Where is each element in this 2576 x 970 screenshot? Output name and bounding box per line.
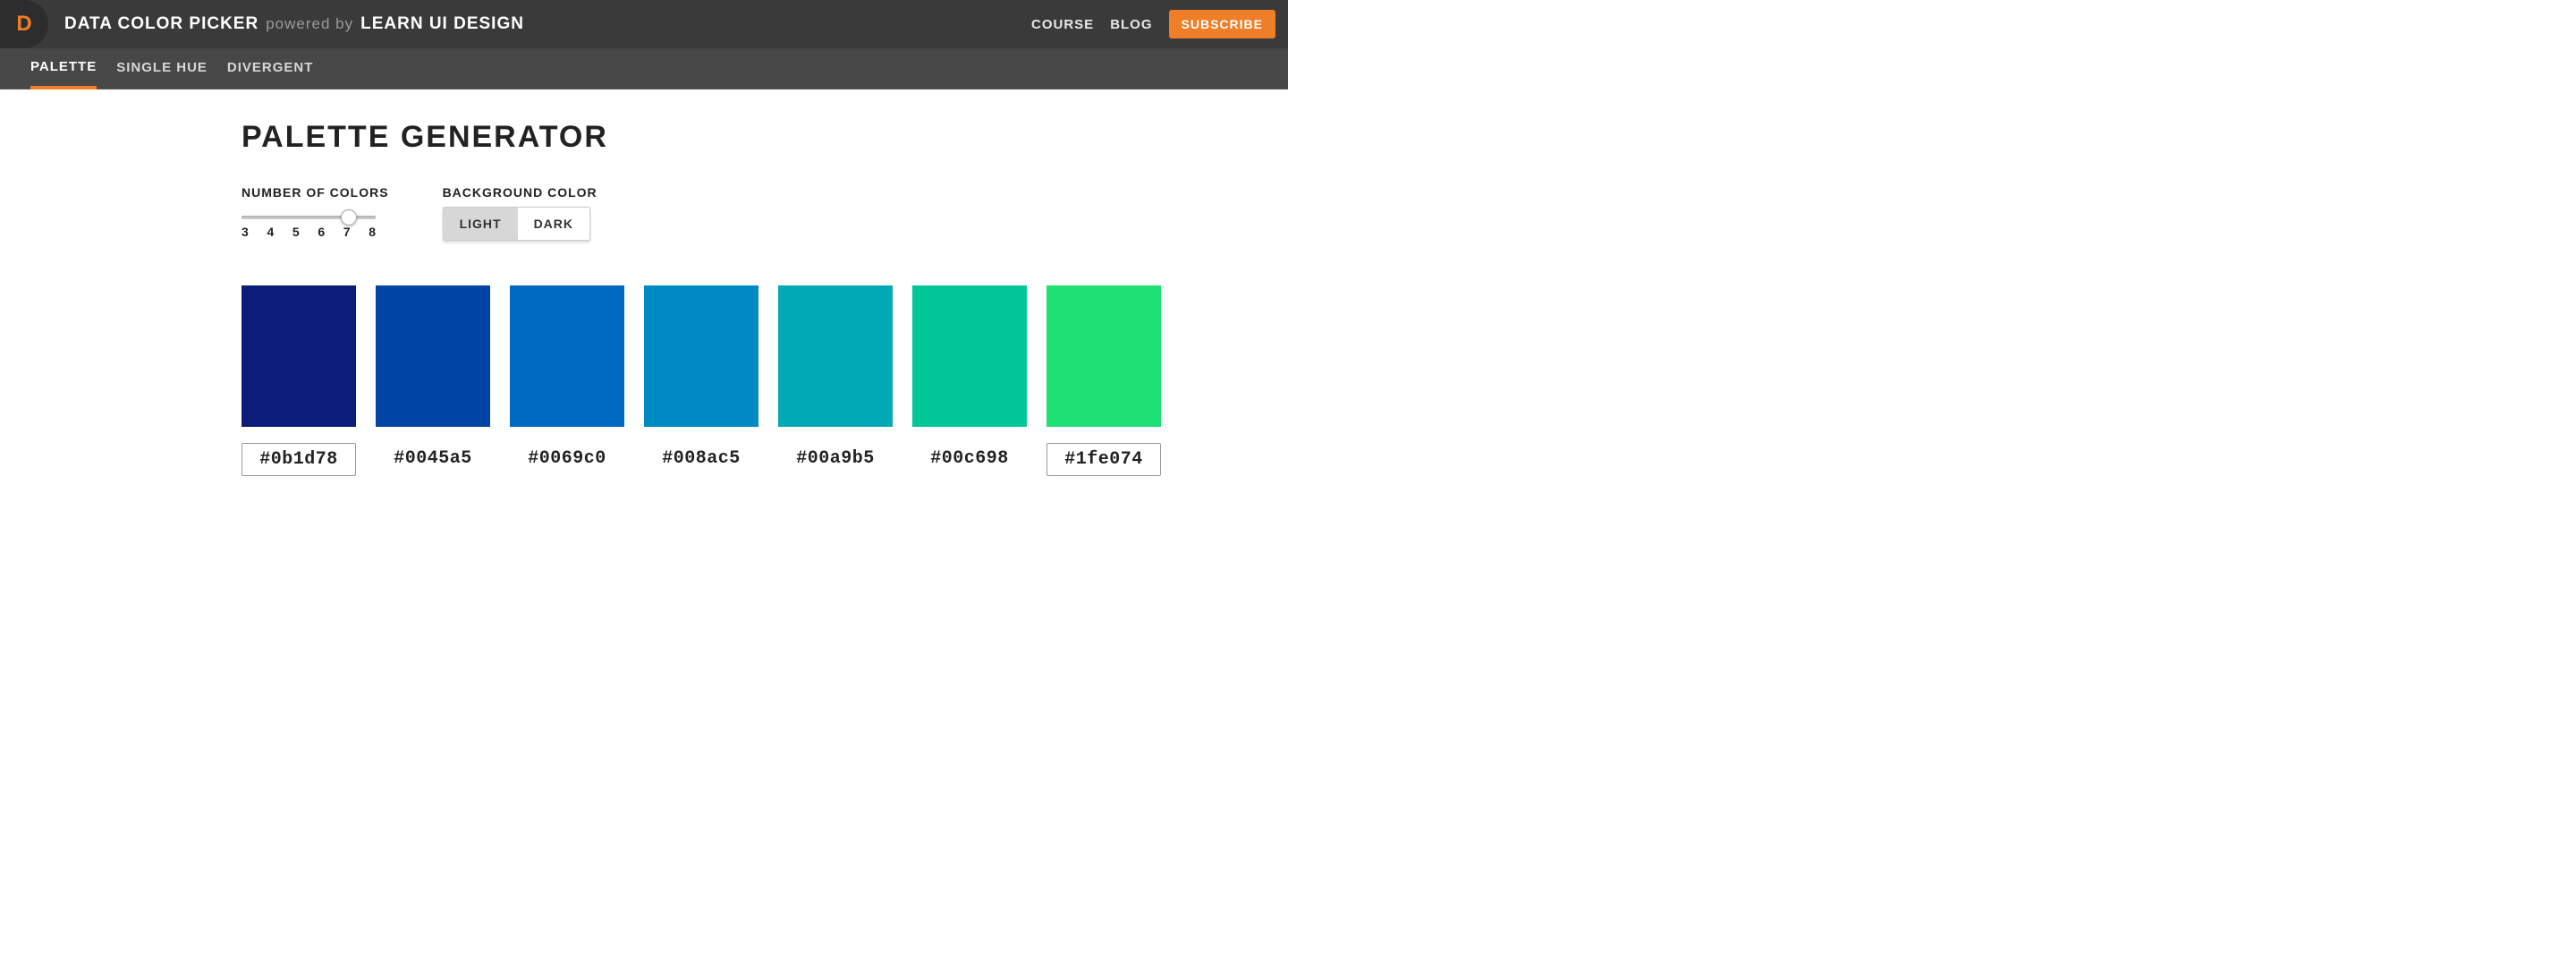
color-swatch[interactable] bbox=[644, 285, 758, 427]
subscribe-button[interactable]: SUBSCRIBE bbox=[1169, 10, 1275, 38]
toggle-dark[interactable]: DARK bbox=[518, 208, 589, 240]
color-swatch[interactable] bbox=[376, 285, 490, 427]
num-colors-slider[interactable]: 3 4 5 6 7 8 bbox=[242, 207, 376, 239]
swatch-column: #1fe074 bbox=[1046, 285, 1161, 476]
num-colors-control: NUMBER OF COLORS 3 4 5 6 7 8 bbox=[242, 185, 389, 241]
swatch-column: #0045a5 bbox=[376, 285, 490, 476]
nav-blog[interactable]: BLOG bbox=[1110, 17, 1152, 32]
controls-row: NUMBER OF COLORS 3 4 5 6 7 8 BACKGROUND COLOR… bbox=[242, 185, 1288, 241]
sub-nav: PALETTE SINGLE HUE DIVERGENT bbox=[0, 48, 1288, 89]
slider-tick: 7 bbox=[343, 225, 351, 239]
hex-label: #00a9b5 bbox=[778, 443, 893, 474]
slider-tick: 4 bbox=[267, 225, 274, 239]
swatch-column: #008ac5 bbox=[644, 285, 758, 476]
logo[interactable]: D bbox=[0, 0, 48, 48]
swatch-column: #00a9b5 bbox=[778, 285, 893, 476]
learn-ui-design-link[interactable]: LEARN UI DESIGN bbox=[360, 14, 524, 34]
toggle-light[interactable]: LIGHT bbox=[444, 208, 518, 240]
hex-label: #0069c0 bbox=[510, 443, 624, 474]
nav-course[interactable]: COURSE bbox=[1031, 17, 1094, 32]
tab-palette[interactable]: PALETTE bbox=[30, 48, 97, 89]
background-label: BACKGROUND COLOR bbox=[443, 185, 597, 200]
slider-tick: 5 bbox=[292, 225, 300, 239]
slider-thumb[interactable] bbox=[341, 209, 357, 225]
hex-label: #008ac5 bbox=[644, 443, 758, 474]
powered-by-label: powered by bbox=[266, 15, 353, 33]
background-toggle-control: BACKGROUND COLOR LIGHT DARK bbox=[443, 185, 597, 241]
app-title: DATA COLOR PICKER bbox=[64, 14, 258, 34]
hex-input[interactable]: #0b1d78 bbox=[242, 443, 356, 476]
hex-input[interactable]: #1fe074 bbox=[1046, 443, 1161, 476]
tab-single-hue[interactable]: SINGLE HUE bbox=[116, 48, 208, 89]
color-swatch[interactable] bbox=[778, 285, 893, 427]
palette-swatches: #0b1d78 #0045a5 #0069c0 #008ac5 #00a9b5 #00c6… bbox=[242, 285, 1288, 476]
nav-right: COURSE BLOG SUBSCRIBE bbox=[1031, 10, 1275, 38]
color-swatch[interactable] bbox=[1046, 285, 1161, 427]
slider-tick: 6 bbox=[318, 225, 325, 239]
slider-tick: 3 bbox=[242, 225, 249, 239]
swatch-column: #00c698 bbox=[912, 285, 1027, 476]
color-swatch[interactable] bbox=[912, 285, 1027, 427]
color-swatch[interactable] bbox=[242, 285, 356, 427]
title-block: DATA COLOR PICKER powered by LEARN UI DE… bbox=[64, 14, 524, 34]
background-toggle: LIGHT DARK bbox=[443, 207, 590, 241]
slider-tick: 8 bbox=[369, 225, 376, 239]
top-bar: D DATA COLOR PICKER powered by LEARN UI … bbox=[0, 0, 1288, 48]
tab-divergent[interactable]: DIVERGENT bbox=[227, 48, 314, 89]
main-content: PALETTE GENERATOR NUMBER OF COLORS 3 4 5 6 7… bbox=[0, 89, 1288, 476]
hex-label: #0045a5 bbox=[376, 443, 490, 474]
num-colors-label: NUMBER OF COLORS bbox=[242, 185, 389, 200]
swatch-column: #0069c0 bbox=[510, 285, 624, 476]
slider-track[interactable] bbox=[242, 216, 376, 219]
logo-letter: D bbox=[16, 12, 31, 37]
page-title: PALETTE GENERATOR bbox=[242, 120, 1288, 155]
slider-ticks: 3 4 5 6 7 8 bbox=[242, 225, 376, 239]
hex-label: #00c698 bbox=[912, 443, 1027, 474]
swatch-column: #0b1d78 bbox=[242, 285, 356, 476]
color-swatch[interactable] bbox=[510, 285, 624, 427]
